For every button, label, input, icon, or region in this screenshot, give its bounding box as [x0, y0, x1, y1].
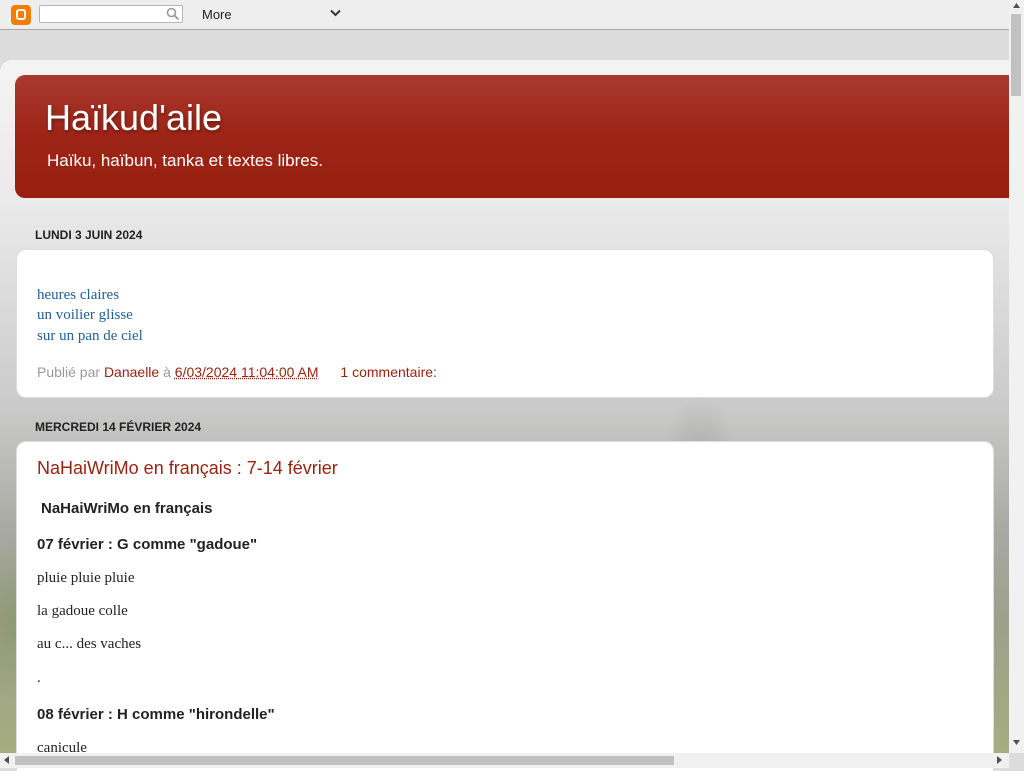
horizontal-scroll-thumb[interactable]	[15, 756, 674, 765]
more-menu[interactable]: More	[202, 7, 232, 22]
at-label: à	[163, 364, 171, 380]
section-heading: 07 février : G comme "gadoue"	[37, 536, 258, 553]
haiku-line: pluie pluie pluie	[37, 570, 135, 586]
date-header: Mercredi 14 février 2024	[35, 420, 202, 434]
scroll-up-arrow-icon[interactable]	[1013, 3, 1020, 8]
comments-link[interactable]: 1 commentaire:	[340, 364, 436, 380]
haiku-line: au c... des vaches	[37, 636, 142, 652]
author-link[interactable]: Danaelle	[104, 364, 159, 380]
haiku-line: la gadoue colle	[37, 603, 128, 619]
haiku-separator: .	[37, 670, 41, 686]
section-heading: 08 février : H comme "hirondelle"	[37, 706, 275, 723]
haiku-line[interactable]: sur un pan de ciel	[37, 328, 143, 345]
blog-description: Haïku, haïbun, tanka et textes libres.	[47, 151, 323, 170]
vertical-scrollbar[interactable]	[1009, 0, 1024, 753]
horizontal-scrollbar[interactable]	[0, 753, 1009, 768]
post-title[interactable]: NaHaiWriMo en français : 7-14 février	[37, 458, 338, 479]
scroll-down-arrow-icon[interactable]	[1013, 740, 1020, 745]
scroll-left-arrow-icon[interactable]	[4, 756, 9, 764]
blog-header: Haïkud'aile Haïku, haïbun, tanka et text…	[15, 75, 1009, 198]
blogger-navbar: More	[0, 0, 1009, 30]
haiku-line[interactable]: un voilier glisse	[37, 307, 133, 324]
post: NaHaiWriMo en français : 7-14 février Na…	[16, 441, 994, 771]
search-input[interactable]	[39, 5, 183, 23]
post-intro: NaHaiWriMo en français	[41, 500, 213, 517]
post: heures claires un voilier glisse sur un …	[16, 249, 994, 398]
search-icon[interactable]	[166, 7, 180, 21]
vertical-scroll-thumb[interactable]	[1011, 14, 1021, 96]
published-by-label: Publié par	[37, 364, 101, 380]
blog-title[interactable]: Haïkud'aile	[45, 97, 222, 139]
post-footer: Publié par Danaelle à 6/03/2024 11:04:00…	[37, 364, 437, 380]
chevron-down-icon[interactable]	[330, 9, 341, 17]
scrollbar-corner	[1009, 753, 1024, 768]
blogger-logo-icon[interactable]	[11, 5, 31, 25]
post-timestamp-link[interactable]: 6/03/2024 11:04:00 AM	[175, 364, 319, 380]
date-header: Lundi 3 juin 2024	[35, 228, 143, 242]
scroll-right-arrow-icon[interactable]	[997, 756, 1002, 764]
haiku-line[interactable]: heures claires	[37, 287, 119, 304]
